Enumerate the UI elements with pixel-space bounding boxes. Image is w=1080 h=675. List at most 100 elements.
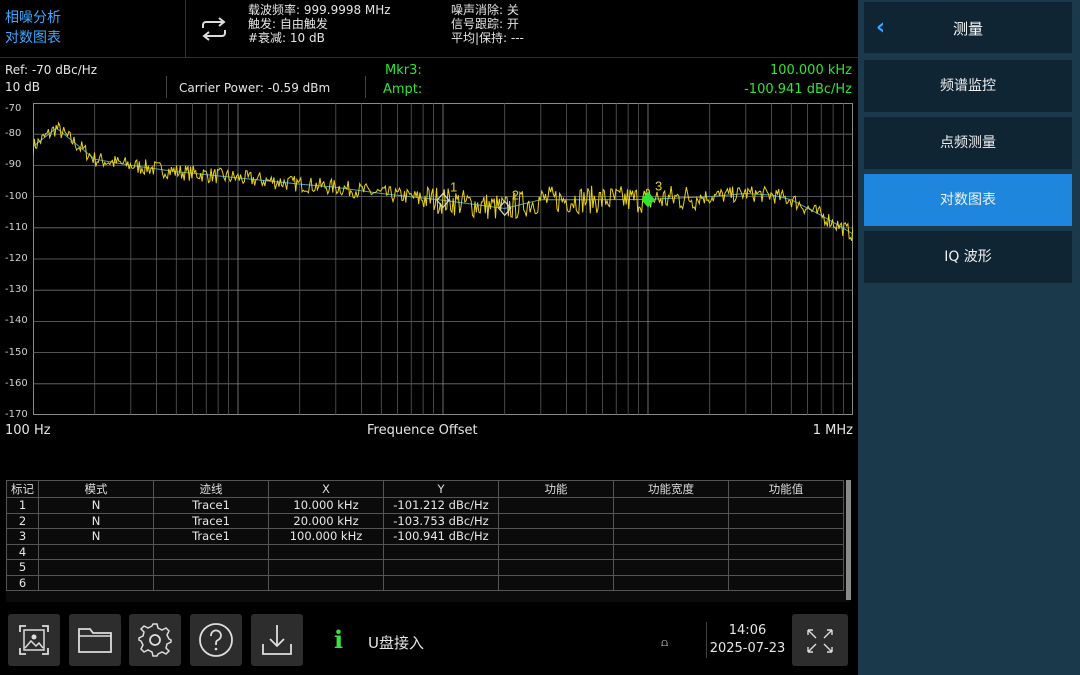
divider: [365, 76, 366, 98]
mode-title: 相噪分析: [5, 10, 61, 26]
status-header: 相噪分析 对数图表 载波频率: 999.9998 MHz 触发: 自由触发 #衰…: [0, 0, 858, 58]
signal-track-status[interactable]: 信号跟踪: 开: [451, 18, 519, 31]
reference-level[interactable]: Ref: -70 dBc/Hz: [5, 63, 97, 77]
scale-per-div[interactable]: 10 dB: [5, 80, 40, 94]
table-cell: [383, 543, 499, 560]
table-cell: [153, 559, 269, 576]
carrier-frequency[interactable]: 载波频率: 999.9998 MHz: [248, 4, 391, 17]
table-header-cell: 功能宽度: [613, 480, 729, 498]
menu-header[interactable]: ‹ 测量: [864, 2, 1072, 53]
table-row[interactable]: 1 N Trace1 10.000 kHz -101.212 dBc/Hz: [6, 497, 844, 514]
measure-menu-panel: ‹ 测量 频谱监控 点频测量 对数图表 IQ 波形: [858, 0, 1080, 675]
settings-button[interactable]: [129, 614, 181, 666]
mode-toggle-button[interactable]: [187, 0, 239, 58]
table-header-cell: 功能: [498, 480, 614, 498]
table-cell: 100.000 kHz: [268, 528, 384, 545]
screenshot-button[interactable]: [8, 614, 60, 666]
table-scrollbar[interactable]: [846, 480, 851, 600]
y-tick-label: -160: [5, 377, 28, 389]
table-cell: Trace1: [153, 528, 269, 545]
table-cell: 10.000 kHz: [268, 497, 384, 514]
menu-item-spot-frequency[interactable]: 点频测量: [864, 117, 1072, 169]
table-cell: -101.212 dBc/Hz: [383, 497, 499, 514]
marker-frequency: 100.000 kHz: [769, 63, 852, 78]
table-cell: 3: [6, 528, 39, 545]
table-cell: [613, 559, 729, 576]
mode-indicator[interactable]: 相噪分析 对数图表: [0, 0, 186, 58]
noise-cancel-status[interactable]: 噪声消除: 关: [451, 4, 519, 17]
x-axis-title: Frequence Offset: [367, 423, 478, 438]
table-header-cell: Y: [383, 480, 499, 498]
average-hold-status[interactable]: 平均|保持: ---: [451, 32, 524, 45]
table-cell: -100.941 dBc/Hz: [383, 528, 499, 545]
table-cell: [38, 559, 154, 576]
table-cell: [38, 543, 154, 560]
table-row[interactable]: 2 N Trace1 20.000 kHz -103.753 dBc/Hz: [6, 512, 844, 529]
download-icon: [262, 625, 292, 655]
table-cell: [728, 528, 844, 545]
y-tick-label: -90: [5, 159, 22, 171]
table-row[interactable]: 6: [6, 574, 844, 591]
help-button[interactable]: [190, 614, 242, 666]
fullscreen-button[interactable]: [792, 614, 848, 666]
marker-label: 1: [450, 179, 457, 194]
x-stop-label: 1 MHz: [812, 423, 853, 438]
menu-item-log-plot[interactable]: 对数图表: [864, 174, 1072, 226]
y-tick-label: -170: [5, 409, 28, 420]
y-tick-label: -70: [5, 103, 22, 114]
table-cell: [498, 512, 614, 529]
table-cell: [498, 574, 614, 591]
divider: [166, 76, 167, 98]
file-manager-button[interactable]: [69, 614, 121, 666]
table-header: 标记 模式 迹线 X Y 功能 功能宽度 功能值: [6, 480, 844, 498]
help-icon: [199, 623, 233, 657]
table-header-cell: 迹线: [153, 480, 269, 498]
table-cell: [498, 543, 614, 560]
save-download-button[interactable]: [251, 614, 303, 666]
clock-date: 2025-07-23: [709, 641, 786, 656]
table-cell: [728, 574, 844, 591]
table-cell: Trace1: [153, 512, 269, 529]
marker-label: 2: [512, 187, 519, 202]
table-cell: [498, 559, 614, 576]
table-cell: N: [38, 497, 154, 514]
x-start-label: 100 Hz: [5, 423, 51, 438]
phase-noise-chart[interactable]: 1 2 3: [33, 103, 853, 415]
marker-label: 3: [655, 179, 662, 194]
repeat-arrows-icon: [202, 17, 226, 41]
table-cell: N: [38, 528, 154, 545]
table-cell: [268, 574, 384, 591]
y-tick-label: -140: [5, 315, 28, 327]
y-tick-label: -80: [5, 128, 22, 140]
menu-item-spectrum-monitor[interactable]: 频谱监控: [864, 60, 1072, 112]
table-cell: [728, 543, 844, 560]
carrier-power: Carrier Power: -0.59 dBm: [179, 81, 331, 95]
y-tick-label: -110: [5, 221, 28, 233]
table-cell: [613, 497, 729, 514]
trigger-mode[interactable]: 触发: 自由触发: [248, 18, 328, 31]
screenshot-icon: [19, 625, 49, 655]
table-cell: 4: [6, 543, 39, 560]
marker-name: Mkr3:: [385, 63, 422, 78]
table-row[interactable]: 4: [6, 543, 844, 560]
table-cell: 6: [6, 574, 39, 591]
table-cell: 2: [6, 512, 39, 529]
table-cell: [383, 559, 499, 576]
y-tick-label: -130: [5, 284, 28, 296]
mode-subtitle: 对数图表: [5, 30, 61, 46]
table-cell: [498, 497, 614, 514]
table-cell: [613, 574, 729, 591]
table-cell: [153, 574, 269, 591]
menu-item-iq-waveform[interactable]: IQ 波形: [864, 231, 1072, 283]
marker-table-panel: 标记 模式 迹线 X Y 功能 功能宽度 功能值 1 N Trace1 10.000 kHz -101…: [6, 480, 850, 602]
table-row[interactable]: 5: [6, 559, 844, 576]
table-header-cell: 标记: [6, 480, 39, 498]
table-row[interactable]: 3 N Trace1 100.000 kHz -100.941 dBc/Hz: [6, 528, 844, 545]
table-cell: [268, 559, 384, 576]
table-cell: 20.000 kHz: [268, 512, 384, 529]
usb-icon: ⩍: [661, 636, 669, 649]
table-header-cell: 模式: [38, 480, 154, 498]
attenuation[interactable]: #衰减: 10 dB: [248, 32, 325, 45]
table-header-cell: X: [268, 480, 384, 498]
table-cell: [498, 528, 614, 545]
